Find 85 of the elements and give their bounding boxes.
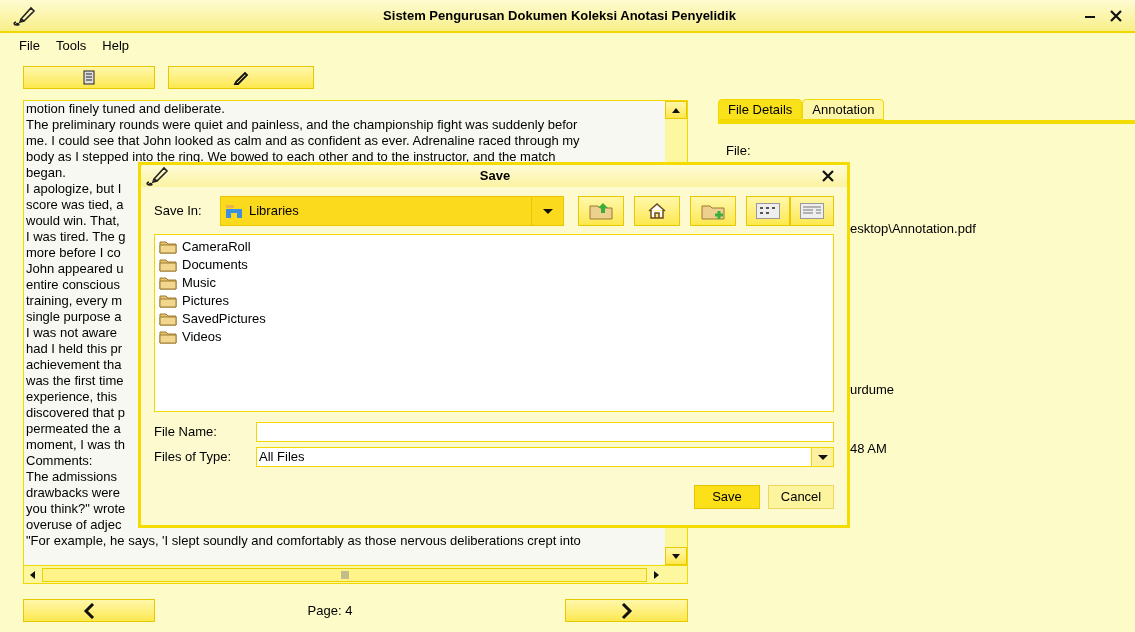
document-line: more before I co: [26, 245, 121, 261]
detail-text: esktop\Annotation.pdf: [850, 222, 976, 236]
detail-text: urdume: [850, 383, 895, 397]
tab[interactable]: File Details: [718, 99, 803, 120]
folder-icon: [159, 240, 177, 254]
details-view-icon: [800, 203, 824, 219]
clipboard-icon: [83, 70, 95, 85]
document-line: permeated the a: [26, 421, 121, 437]
document-line: The admissions: [26, 469, 118, 485]
document-line: achievement tha: [26, 357, 122, 373]
horizontal-scrollbar[interactable]: [24, 565, 687, 583]
down-arrow-icon[interactable]: [672, 553, 680, 559]
file-type-label: Files of Type:: [154, 448, 233, 467]
toolbar-button[interactable]: [634, 196, 680, 226]
detail-text: 48 AM: [850, 442, 887, 456]
folder-icon: [159, 258, 177, 272]
pencil-icon: [233, 70, 249, 85]
previous-page-button[interactable]: [23, 599, 155, 622]
folder-icon: [159, 312, 177, 326]
document-line: me. I could see that John looked as calm and as confident as ever. Adrenaline raced through my: [26, 133, 580, 149]
file-name-field[interactable]: [256, 422, 834, 442]
detail-text: File:: [726, 144, 751, 158]
toolbar-button[interactable]: [578, 196, 624, 226]
document-line: experience, this: [26, 389, 118, 405]
document-line: would win. That,: [26, 213, 120, 229]
caret-icon: [542, 208, 553, 214]
folder-icon: [159, 294, 177, 308]
dialog-title: Save: [478, 167, 512, 186]
menu-item[interactable]: Help: [102, 36, 130, 55]
close-icon[interactable]: [1109, 8, 1123, 23]
folder-item[interactable]: SavedPictures: [159, 310, 266, 328]
dialog-button[interactable]: Save: [694, 485, 760, 509]
next-page-button[interactable]: [565, 599, 688, 622]
grid-view-icon: [756, 203, 780, 219]
document-line: The preliminary rounds were quiet and painless, and the championship fight was suddenly befor: [26, 117, 578, 133]
document-line: had I held this pr: [26, 341, 123, 357]
document-line: motion finely tuned and deliberate.: [26, 101, 225, 117]
save-in-label: Save In:: [154, 202, 203, 221]
document-line: I was tired. The g: [26, 229, 126, 245]
folder-item[interactable]: Documents: [159, 256, 248, 274]
caret-icon: [817, 454, 828, 460]
folder-icon: [159, 276, 177, 290]
document-line: "For example, he says, 'I slept soundly and comfortably as those nervous deliberations crept into: [26, 533, 581, 549]
document-line: entire conscious: [26, 277, 120, 293]
document-line: you think?" wrote: [26, 501, 126, 517]
save-in-dropdown[interactable]: Libraries: [220, 196, 564, 226]
pen-icon: [145, 165, 169, 187]
document-line: training, every m: [26, 293, 123, 309]
document-line: discovered that p: [26, 405, 125, 421]
menu-item[interactable]: Tools: [55, 36, 87, 55]
pencil-button[interactable]: [168, 66, 314, 89]
file-name-label: File Name:: [154, 423, 218, 442]
chevron-left-icon: [83, 602, 95, 619]
menu-item[interactable]: File: [19, 36, 40, 55]
document-line: score was tied, a: [26, 197, 124, 213]
document-line: began.: [26, 165, 66, 181]
folder-item[interactable]: CameraRoll: [159, 238, 251, 256]
document-line: overuse of adjec: [26, 517, 122, 533]
library-icon: [225, 204, 243, 218]
dialog-button[interactable]: Cancel: [768, 485, 834, 509]
document-line: I apologize, but I: [26, 181, 122, 197]
folder-up-icon: [588, 201, 614, 221]
folder-icon: [159, 330, 177, 344]
view-button[interactable]: [746, 196, 790, 226]
folder-item[interactable]: Videos: [159, 328, 222, 346]
window-title: Sistem Pengurusan Dokumen Koleksi Anotasi Penyelidik: [382, 6, 737, 25]
toolbar-button[interactable]: [690, 196, 736, 226]
document-line: Comments:: [26, 453, 93, 469]
folder-item[interactable]: Music: [159, 274, 216, 292]
file-type-dropdown[interactable]: All Files: [256, 447, 834, 467]
document-line: was the first time: [26, 373, 124, 389]
document-line: drawbacks were: [26, 485, 120, 501]
close-icon[interactable]: [821, 169, 835, 183]
document-line: John appeared u: [26, 261, 124, 277]
grip-icon[interactable]: [340, 570, 349, 579]
document-line: single purpose a: [26, 309, 122, 325]
page-number: Page: 4: [306, 601, 354, 620]
notes-button[interactable]: [23, 66, 155, 89]
document-line: moment, I was th: [26, 437, 125, 453]
up-arrow-icon[interactable]: [672, 107, 680, 113]
tab[interactable]: Annotation: [802, 99, 885, 120]
pen-icon: [12, 4, 36, 27]
document-line: I was not aware: [26, 325, 118, 341]
folder-item[interactable]: Pictures: [159, 292, 229, 310]
chevron-right-icon: [620, 602, 633, 619]
